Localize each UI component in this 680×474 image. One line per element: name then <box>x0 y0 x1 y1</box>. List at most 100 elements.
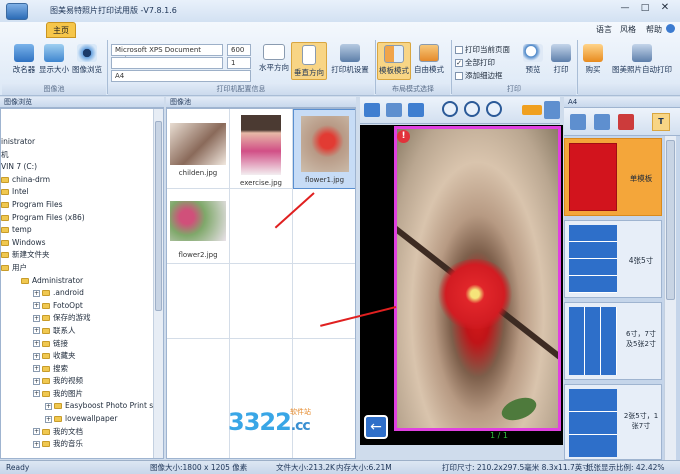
menu-language[interactable]: 语言 <box>596 24 612 35</box>
expand-icon[interactable]: + <box>33 365 40 373</box>
thumb-cell-selected[interactable]: flower1.jpg <box>293 109 355 189</box>
menu-style[interactable]: 风格 <box>620 24 636 35</box>
thumb-cell <box>230 264 293 339</box>
expand-icon[interactable]: + <box>33 314 40 322</box>
expand-icon[interactable]: + <box>33 302 40 310</box>
expand-icon[interactable]: + <box>33 440 40 448</box>
blank-select[interactable] <box>111 57 223 69</box>
thumb-cell[interactable]: childen.jpg <box>167 109 230 189</box>
free-mode-button[interactable]: 自由模式 <box>412 44 446 75</box>
tree-item[interactable]: Intel <box>1 186 163 199</box>
tree-item[interactable]: 用户 <box>1 262 163 275</box>
thin-border-check[interactable]: 添加细边框 <box>455 70 503 81</box>
expand-icon[interactable]: + <box>45 415 52 423</box>
rename-button[interactable]: 改名器 <box>8 44 40 75</box>
tree-item[interactable]: + 链接 <box>1 338 163 351</box>
back-button[interactable]: ← <box>364 415 388 439</box>
landscape-button[interactable]: 水平方向 <box>256 44 292 73</box>
tree-scrollbar[interactable] <box>153 109 163 458</box>
image-browse-button[interactable]: 图像浏览 <box>70 44 104 75</box>
page-paper[interactable] <box>394 126 561 431</box>
tree-item[interactable]: inistrator <box>1 136 163 149</box>
tree-item[interactable]: Program Files <box>1 199 163 212</box>
minimize-button[interactable]: — <box>616 3 634 13</box>
display-size-button[interactable]: 显示大小 <box>38 44 70 75</box>
menu-help[interactable]: 帮助 <box>646 24 662 35</box>
dpi-field[interactable]: 600 <box>227 44 251 56</box>
template-scrollbar[interactable] <box>664 136 676 460</box>
cart-icon <box>583 44 603 62</box>
expand-icon[interactable]: + <box>33 428 40 436</box>
template-item[interactable]: 2张5寸，1 张7寸 <box>564 384 662 460</box>
checkbox[interactable] <box>455 72 463 80</box>
tree-item[interactable]: + 搜索 <box>1 363 163 376</box>
tree-item[interactable]: + 我的音乐 <box>1 438 163 451</box>
print-all-check[interactable]: ✓ 全部打印 <box>455 57 495 68</box>
buy-button[interactable]: 购买 <box>580 44 606 75</box>
zoom-out-icon[interactable] <box>486 101 502 117</box>
tree-item[interactable]: Administrator <box>1 275 163 288</box>
scroll-thumb[interactable] <box>666 140 675 300</box>
maximize-button[interactable]: □ <box>636 3 654 13</box>
printer-settings-button[interactable]: 打印机设置 <box>327 44 373 75</box>
paper-select[interactable]: A4 <box>111 70 251 82</box>
tree-item[interactable]: + Easyboost Photo Print samp <box>1 400 163 413</box>
tree-item[interactable]: + 我的视频 <box>1 375 163 388</box>
tab-home[interactable]: 主页 <box>46 22 76 38</box>
tree-item[interactable]: china-drm <box>1 174 163 187</box>
tree-item[interactable]: VIN 7 (C:) <box>1 161 163 174</box>
tree-item[interactable]: + FotoOpt <box>1 300 163 313</box>
zoom-in-icon[interactable] <box>442 101 458 117</box>
expand-icon[interactable]: + <box>33 390 40 398</box>
tree-item[interactable]: temp <box>1 224 163 237</box>
expand-icon[interactable]: + <box>33 327 40 335</box>
tree-item[interactable]: + 我的图片 <box>1 388 163 401</box>
preview-button[interactable]: 预览 <box>518 44 548 75</box>
template-item[interactable]: 4张5寸 <box>564 220 662 298</box>
expand-icon[interactable]: + <box>33 352 40 360</box>
undo-icon[interactable] <box>364 103 380 117</box>
checkbox[interactable] <box>455 46 463 54</box>
delete-template-icon[interactable] <box>618 114 634 130</box>
thumb-cell[interactable]: exercise.jpg <box>230 109 293 189</box>
expand-icon[interactable]: + <box>33 340 40 347</box>
move-icon[interactable] <box>522 105 542 115</box>
app-icon[interactable] <box>6 3 28 20</box>
thumb-cell[interactable]: flower2.jpg <box>167 189 230 264</box>
copies-stepper[interactable]: 1 <box>227 57 251 69</box>
tree-item[interactable]: + 我的文档 <box>1 426 163 439</box>
add-template-icon[interactable] <box>570 114 586 130</box>
tree-item[interactable]: Program Files (x86) <box>1 212 163 225</box>
tree-item[interactable]: 新建文件夹 <box>1 249 163 262</box>
tree-item-label: 联系人 <box>53 325 76 335</box>
expand-icon[interactable]: + <box>45 402 52 410</box>
template-mode-button[interactable]: 模板模式 <box>377 42 411 80</box>
close-button[interactable]: ✕ <box>656 2 674 13</box>
template-item[interactable]: 6寸，7寸 及5张2寸 <box>564 302 662 380</box>
tree-item[interactable]: + lovewallpaper <box>1 413 163 426</box>
fit-icon[interactable] <box>544 101 560 119</box>
checkbox-checked[interactable]: ✓ <box>455 59 463 67</box>
printer-select[interactable]: Microsoft XPS Document Writer <box>111 44 223 64</box>
copy-template-icon[interactable] <box>594 114 610 130</box>
help-icon[interactable] <box>666 24 675 33</box>
tree-item[interactable]: + 联系人 <box>1 325 163 338</box>
auto-print-button[interactable]: 图美照片自动打印 <box>606 44 678 75</box>
expand-icon[interactable]: + <box>33 377 40 385</box>
expand-icon[interactable]: + <box>33 289 40 297</box>
tree-item[interactable]: 机 <box>1 149 163 162</box>
tree-item[interactable]: + 保存的游戏 <box>1 312 163 325</box>
flip-horizontal-icon[interactable] <box>386 103 402 117</box>
print-current-check[interactable]: 打印当前页面 <box>455 44 510 55</box>
portrait-button[interactable]: 垂直方向 <box>291 42 327 80</box>
text-icon[interactable]: T <box>652 113 670 131</box>
template-preview <box>569 143 617 211</box>
tree-item[interactable]: + .android <box>1 287 163 300</box>
template-item-active[interactable]: 单模板 <box>564 138 662 216</box>
scroll-thumb[interactable] <box>155 121 162 311</box>
redo-icon[interactable] <box>408 103 424 117</box>
zoom-fit-icon[interactable] <box>464 101 480 117</box>
tree-item[interactable]: + 收藏夹 <box>1 350 163 363</box>
tree-item[interactable]: Windows <box>1 237 163 250</box>
print-button[interactable]: 打印 <box>548 44 574 75</box>
